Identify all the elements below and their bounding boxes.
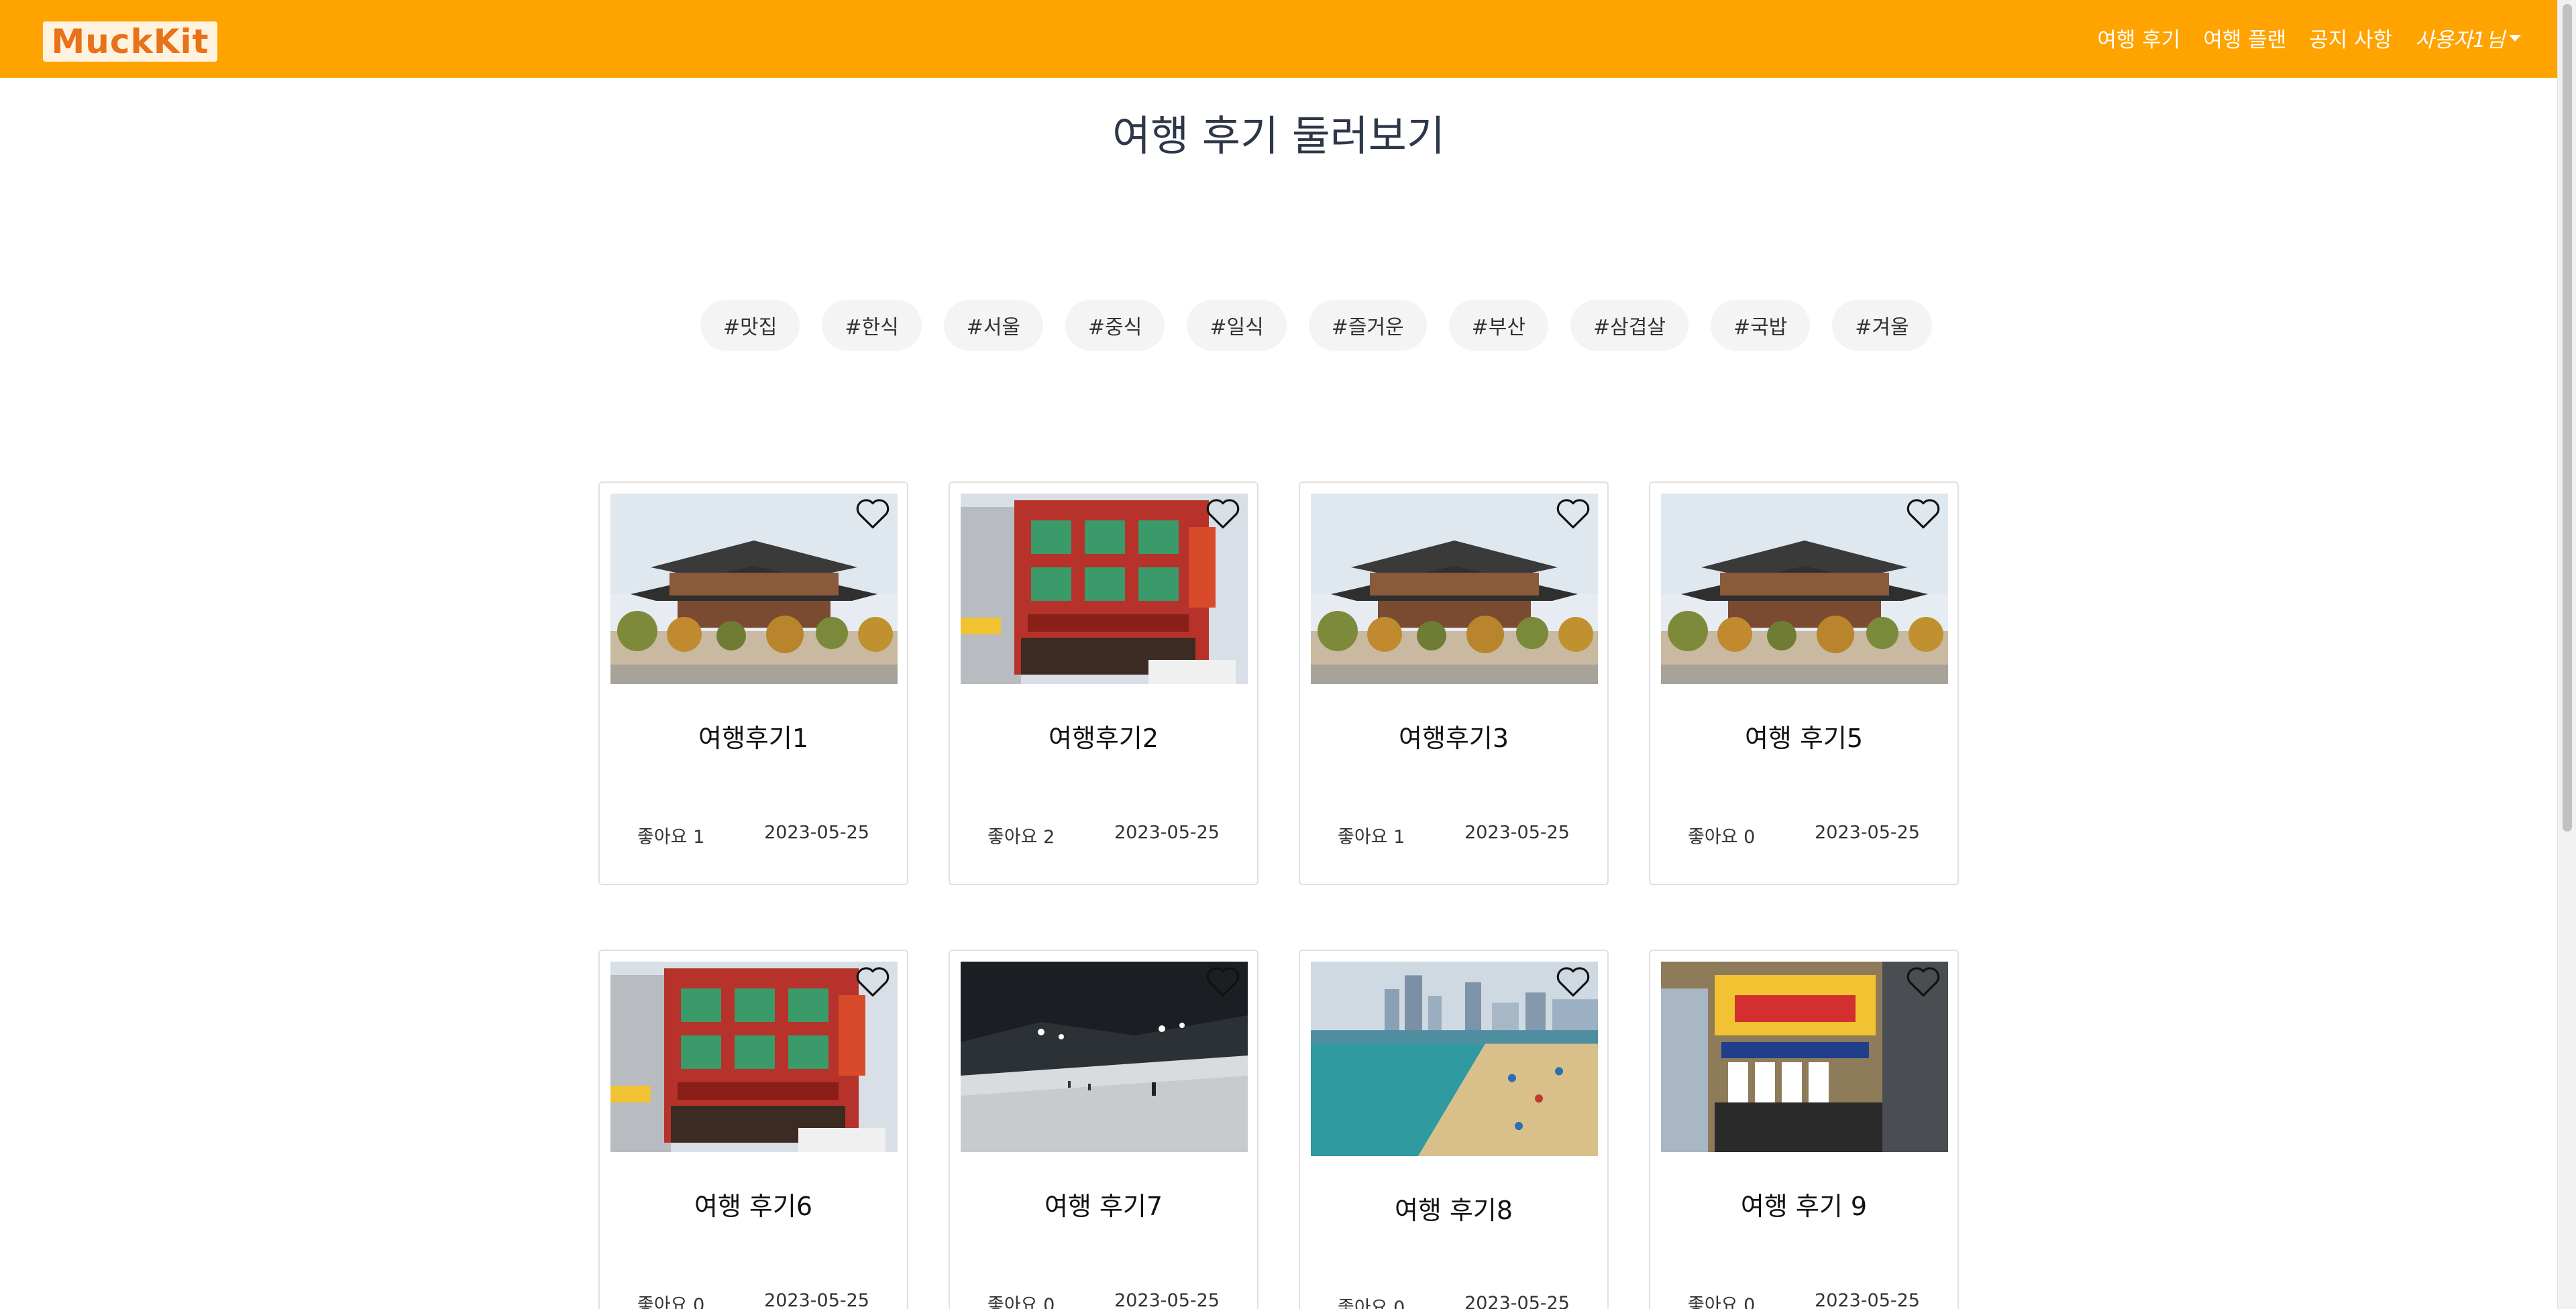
review-title: 여행 후기5 [1744, 724, 1864, 753]
user-menu-label: 사용자1님 [2415, 28, 2505, 52]
review-card[interactable]: 여행후기1 좋아요 1 2023-05-25 [598, 481, 908, 885]
review-date: 2023-05-25 [1114, 1290, 1220, 1309]
like-count: 좋아요 0 [1688, 827, 1756, 848]
logo-text: MuckKit [51, 22, 209, 61]
review-title: 여행 후기 9 [1740, 1192, 1868, 1221]
review-card[interactable]: 여행 후기6 좋아요 0 2023-05-25 [598, 950, 908, 1309]
heart-outline-icon[interactable] [1555, 496, 1591, 530]
review-title: 여행 후기6 [694, 1192, 813, 1221]
review-title: 여행후기2 [1048, 724, 1159, 753]
heart-outline-icon[interactable] [1555, 964, 1591, 998]
review-date: 2023-05-25 [1815, 822, 1920, 843]
heart-outline-icon[interactable] [1205, 496, 1241, 530]
review-title: 여행후기3 [1398, 724, 1509, 753]
user-menu-dropdown[interactable]: 사용자1님 [2415, 23, 2521, 53]
like-count: 좋아요 1 [1338, 827, 1405, 848]
nav-links: 여행 후기 여행 플랜 공지 사항 사용자1님 [2097, 23, 2521, 53]
heart-outline-icon[interactable] [1905, 496, 1941, 530]
page-title: 여행 후기 둘러보기 [1112, 111, 1445, 160]
heart-outline-icon[interactable] [1905, 964, 1941, 998]
tag-chip[interactable]: #일식 [1187, 300, 1287, 351]
review-card[interactable]: 여행후기3 좋아요 1 2023-05-25 [1299, 481, 1609, 885]
tag-chip[interactable]: #국밥 [1710, 300, 1811, 351]
nav-link-notices[interactable]: 공지 사항 [2309, 23, 2392, 53]
like-count: 좋아요 0 [987, 1295, 1055, 1309]
like-count: 좋아요 0 [1688, 1295, 1756, 1309]
tag-filter-list: #맛집 #한식 #서울 #중식 #일식 #즐거운 #부산 #삼겹살 #국밥 #겨… [700, 300, 1932, 351]
heart-outline-icon[interactable] [1205, 964, 1241, 998]
tag-chip[interactable]: #맛집 [700, 300, 800, 351]
review-card[interactable]: 여행 후기5 좋아요 0 2023-05-25 [1649, 481, 1959, 885]
review-date: 2023-05-25 [1464, 1293, 1570, 1309]
review-title: 여행 후기7 [1044, 1192, 1163, 1221]
heart-outline-icon[interactable] [855, 496, 891, 530]
like-count: 좋아요 0 [637, 1295, 705, 1309]
review-title: 여행 후기8 [1394, 1196, 1513, 1225]
review-date: 2023-05-25 [1815, 1290, 1920, 1309]
tag-chip[interactable]: #부산 [1448, 300, 1548, 351]
review-title: 여행후기1 [698, 724, 809, 753]
review-date: 2023-05-25 [1464, 822, 1570, 843]
vertical-scrollbar[interactable] [2557, 0, 2576, 1309]
scrollbar-thumb[interactable] [2563, 4, 2572, 832]
review-date: 2023-05-25 [764, 1290, 869, 1309]
review-date: 2023-05-25 [764, 822, 869, 843]
nav-link-reviews[interactable]: 여행 후기 [2097, 23, 2180, 53]
top-navbar: MuckKit 여행 후기 여행 플랜 공지 사항 사용자1님 [0, 0, 2557, 78]
review-card[interactable]: 여행 후기7 좋아요 0 2023-05-25 [949, 950, 1258, 1309]
review-card[interactable]: 여행후기2 좋아요 2 2023-05-25 [949, 481, 1258, 885]
nav-link-plans[interactable]: 여행 플랜 [2203, 23, 2286, 53]
tag-chip[interactable]: #즐거운 [1308, 300, 1427, 351]
review-card[interactable]: 여행 후기8 좋아요 0 2023-05-25 [1299, 950, 1609, 1309]
like-count: 좋아요 2 [987, 827, 1055, 848]
review-card[interactable]: 여행 후기 9 좋아요 0 2023-05-25 [1649, 950, 1959, 1309]
tag-chip[interactable]: #겨울 [1832, 300, 1932, 351]
tag-chip[interactable]: #한식 [822, 300, 922, 351]
caret-down-icon [2509, 34, 2521, 42]
tag-chip[interactable]: #서울 [943, 300, 1044, 351]
tag-chip[interactable]: #중식 [1065, 300, 1165, 351]
tag-chip[interactable]: #삼겹살 [1570, 300, 1688, 351]
logo[interactable]: MuckKit [43, 21, 217, 62]
review-date: 2023-05-25 [1114, 822, 1220, 843]
like-count: 좋아요 0 [1338, 1298, 1405, 1309]
like-count: 좋아요 1 [637, 827, 705, 848]
heart-outline-icon[interactable] [855, 964, 891, 998]
